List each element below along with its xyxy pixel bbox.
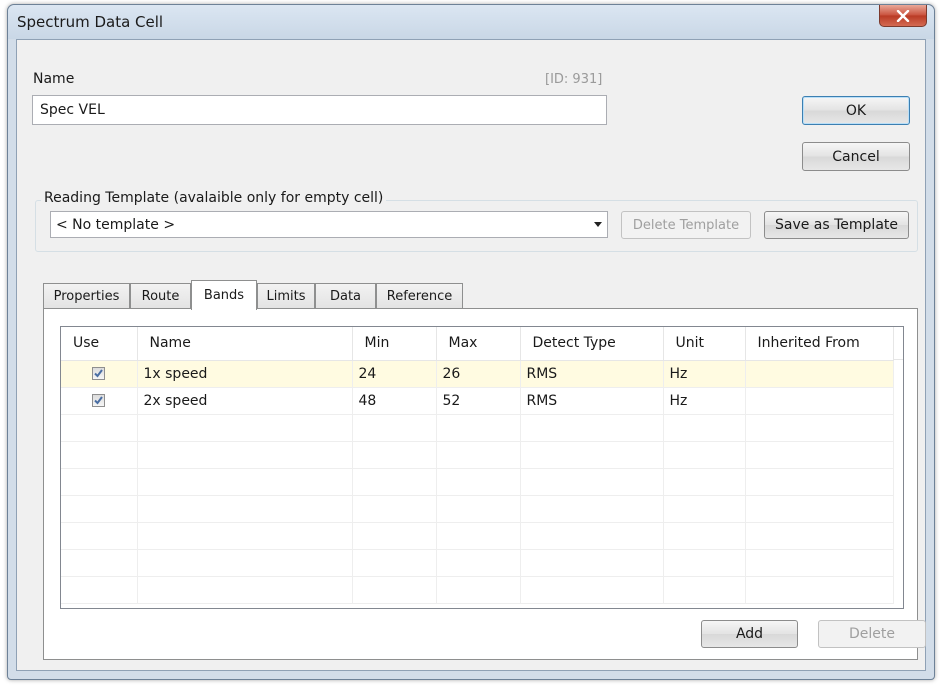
- band-min-cell[interactable]: 48: [352, 387, 437, 415]
- tab-properties[interactable]: Properties: [43, 283, 130, 308]
- tab-label: Data: [329, 288, 362, 304]
- band-unit-cell[interactable]: Hz: [663, 360, 746, 388]
- name-label: Name: [33, 71, 75, 87]
- band-max-cell[interactable]: 26: [436, 360, 521, 388]
- band-name-cell[interactable]: 1x speed: [137, 360, 353, 388]
- checkmark-icon: [94, 369, 104, 378]
- band-inherited-cell[interactable]: [745, 360, 894, 388]
- tab-reference[interactable]: Reference: [376, 283, 463, 308]
- bands-grid[interactable]: Use Name Min Max Detect Type Unit Inheri…: [60, 326, 904, 609]
- table-row[interactable]: 1x speed 24 26 RMS Hz: [61, 360, 894, 388]
- empty-row: [61, 468, 894, 496]
- delete-band-button[interactable]: Delete: [818, 620, 926, 648]
- empty-row: [61, 441, 894, 469]
- tab-route[interactable]: Route: [130, 283, 191, 308]
- empty-row: [61, 414, 894, 442]
- delete-template-button[interactable]: Delete Template: [621, 211, 751, 239]
- tab-label: Limits: [266, 288, 306, 304]
- dropdown-arrow-icon[interactable]: [589, 222, 607, 227]
- tab-limits[interactable]: Limits: [257, 283, 315, 308]
- band-detect-type-cell[interactable]: RMS: [520, 360, 664, 388]
- band-detect-type-cell[interactable]: RMS: [520, 387, 664, 415]
- band-max-cell[interactable]: 52: [436, 387, 521, 415]
- empty-row: [61, 495, 894, 523]
- use-checkbox[interactable]: [92, 394, 106, 407]
- close-button[interactable]: [879, 5, 927, 27]
- empty-row: [61, 576, 894, 604]
- tab-label: Bands: [203, 288, 245, 303]
- column-header-use[interactable]: Use: [61, 327, 138, 361]
- grid-header-filler: [893, 327, 903, 360]
- column-header-max[interactable]: Max: [436, 327, 521, 361]
- tab-label: Route: [141, 288, 180, 304]
- title-bar[interactable]: Spectrum Data Cell: [8, 5, 934, 39]
- band-unit-cell[interactable]: Hz: [663, 387, 746, 415]
- template-select-value: < No template >: [56, 216, 176, 233]
- empty-row: [61, 549, 894, 577]
- band-inherited-cell[interactable]: [745, 387, 894, 415]
- dialog-window: Spectrum Data Cell Name [ID: 931] OK Can…: [7, 4, 935, 680]
- tab-label: Reference: [386, 288, 453, 304]
- tab-bands[interactable]: Bands: [191, 280, 257, 310]
- id-label: [ID: 931]: [545, 72, 603, 87]
- table-row[interactable]: 2x speed 48 52 RMS Hz: [61, 387, 894, 415]
- column-header-inherited-from[interactable]: Inherited From: [745, 327, 894, 361]
- use-cell[interactable]: [61, 360, 138, 388]
- use-checkbox[interactable]: [92, 367, 106, 380]
- template-select[interactable]: < No template >: [50, 211, 608, 238]
- add-band-button[interactable]: Add: [701, 620, 798, 648]
- cancel-button[interactable]: Cancel: [802, 142, 910, 171]
- bands-tab-panel: Use Name Min Max Detect Type Unit Inheri…: [43, 308, 926, 660]
- column-header-min[interactable]: Min: [352, 327, 437, 361]
- use-cell[interactable]: [61, 387, 138, 415]
- band-name-cell[interactable]: 2x speed: [137, 387, 353, 415]
- ok-button[interactable]: OK: [802, 96, 910, 125]
- save-template-button[interactable]: Save as Template: [764, 211, 909, 239]
- checkmark-icon: [94, 396, 104, 405]
- tab-data[interactable]: Data: [315, 283, 376, 308]
- template-group-label: Reading Template (avalaible only for emp…: [41, 190, 387, 206]
- name-input[interactable]: [32, 95, 607, 125]
- band-min-cell[interactable]: 24: [352, 360, 437, 388]
- table-header-row: Use Name Min Max Detect Type Unit Inheri…: [61, 327, 894, 361]
- window-title: Spectrum Data Cell: [17, 13, 164, 31]
- column-header-name[interactable]: Name: [137, 327, 353, 361]
- bands-table: Use Name Min Max Detect Type Unit Inheri…: [61, 327, 894, 604]
- column-header-unit[interactable]: Unit: [663, 327, 746, 361]
- dialog-client-area: Name [ID: 931] OK Cancel Reading Templat…: [16, 39, 926, 671]
- close-icon: [896, 9, 910, 22]
- tab-label: Properties: [53, 288, 120, 304]
- column-header-detect-type[interactable]: Detect Type: [520, 327, 664, 361]
- empty-row: [61, 522, 894, 550]
